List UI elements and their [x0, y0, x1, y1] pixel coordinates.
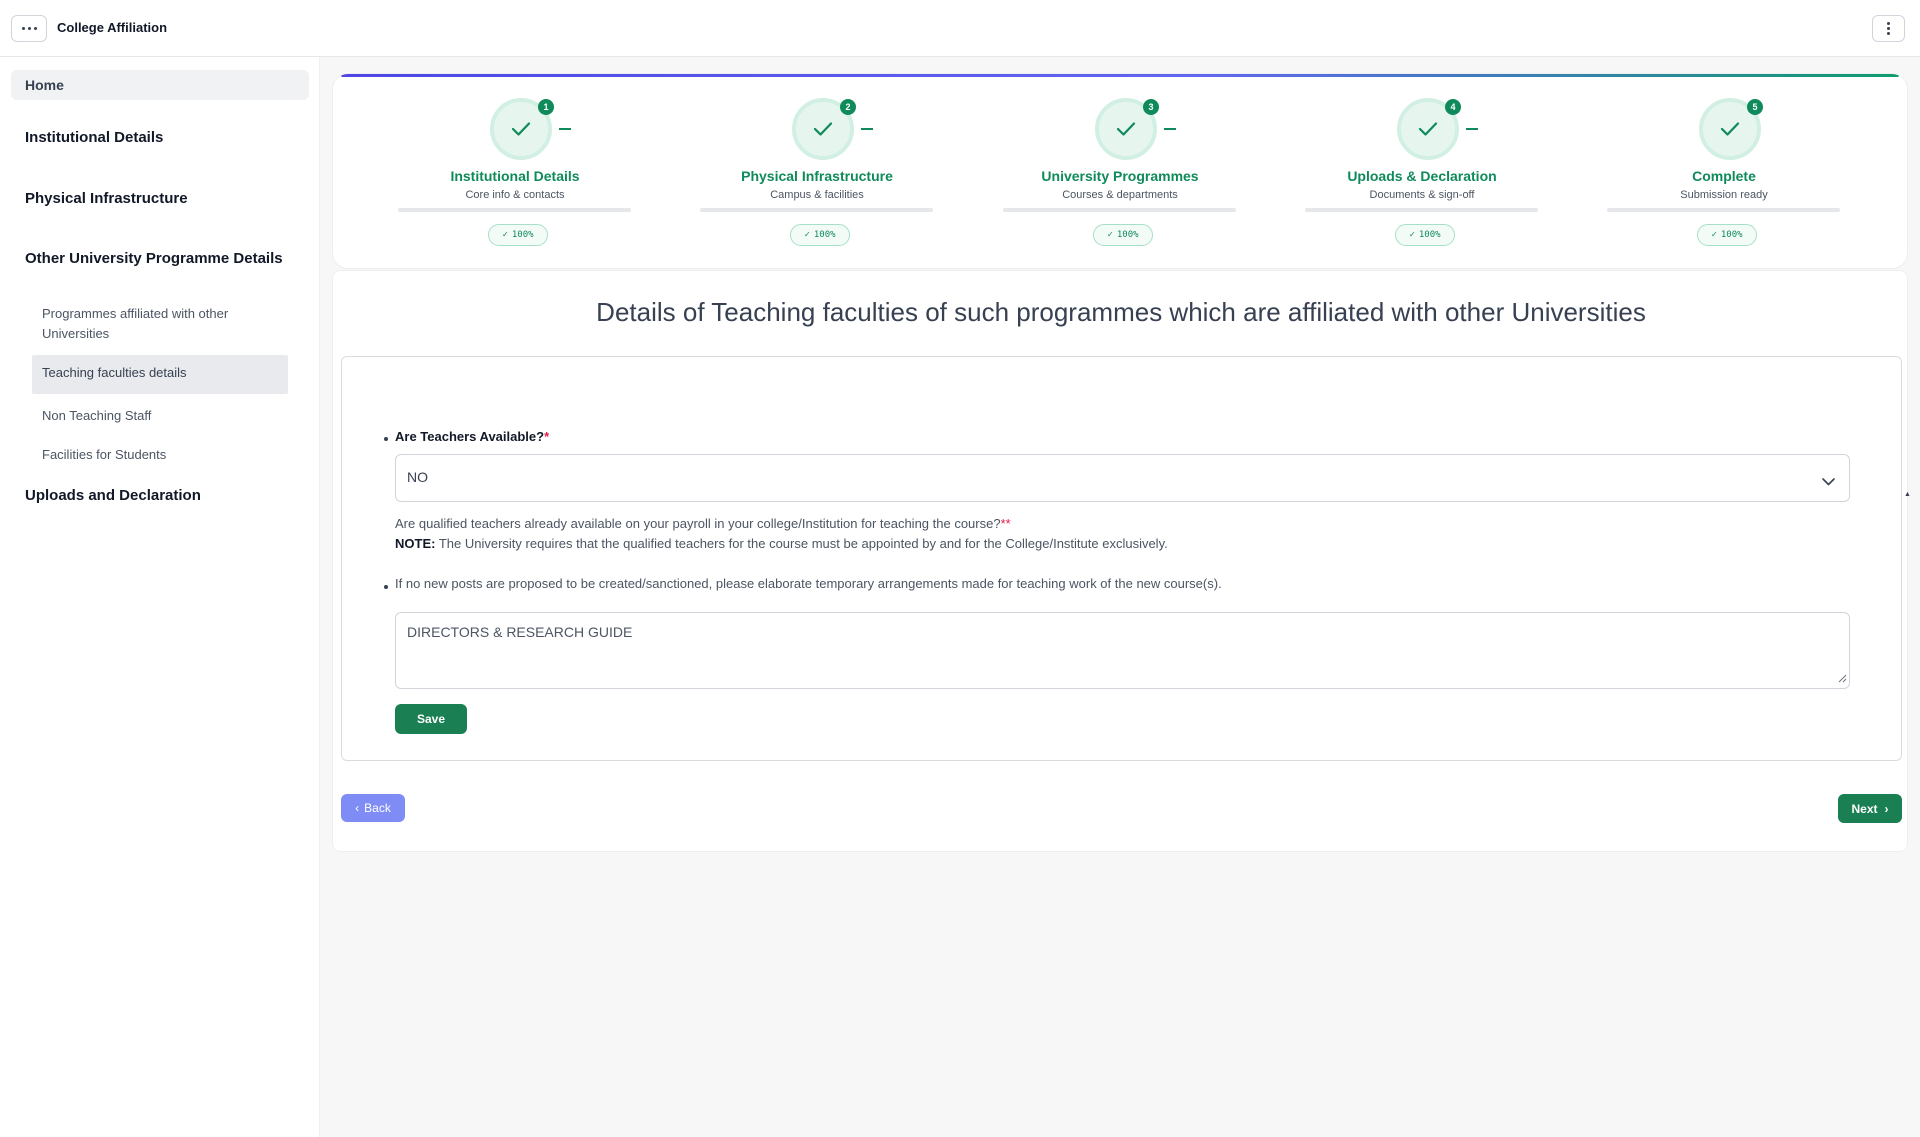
- save-button[interactable]: Save: [395, 704, 467, 734]
- sidebar-item-facilities-for-students[interactable]: Facilities for Students: [42, 445, 166, 465]
- step-subtitle: Courses & departments: [1062, 189, 1178, 201]
- step-number-badge: 3: [1143, 99, 1159, 115]
- chevron-right-icon: ›: [1884, 801, 1889, 816]
- chevron-left-icon: ‹: [355, 801, 360, 815]
- step-title: Physical Infrastructure: [741, 168, 893, 184]
- next-button[interactable]: Next ›: [1838, 794, 1902, 823]
- step-percent-badge: ✓ 100%: [1395, 224, 1455, 246]
- next-label: Next: [1851, 801, 1878, 816]
- resize-handle-icon[interactable]: [1838, 670, 1847, 686]
- step-subtitle: Core info & contacts: [465, 189, 565, 201]
- step-progress-line: [700, 208, 933, 212]
- note-label: NOTE:: [395, 536, 436, 551]
- sidebar-item-non-teaching-staff[interactable]: Non Teaching Staff: [42, 406, 151, 426]
- step-title: University Programmes: [1041, 168, 1199, 184]
- step-number-badge: 4: [1445, 99, 1461, 115]
- note-text: NOTE: The University requires that the q…: [395, 536, 1168, 551]
- check-icon: ✓: [1409, 230, 1415, 240]
- step-institutional-details[interactable]: 1 Institutional Details Core info & cont…: [395, 98, 635, 258]
- chevron-down-icon: [1822, 473, 1835, 489]
- sidebar-item-home[interactable]: Home: [11, 70, 309, 100]
- required-mark: **: [1000, 516, 1011, 531]
- check-icon: ✓: [1107, 230, 1113, 240]
- required-mark: *: [544, 429, 550, 444]
- check-icon: ✓: [1711, 230, 1717, 240]
- step-connector: [1466, 128, 1478, 130]
- step-connector: [861, 128, 873, 130]
- main-card: Details of Teaching faculties of such pr…: [332, 270, 1911, 852]
- sidebar-item-other-university-programme-details[interactable]: Other University Programme Details: [25, 250, 283, 267]
- step-subtitle: Campus & facilities: [770, 189, 864, 201]
- arrangements-textarea[interactable]: DIRECTORS & RESEARCH GUIDE: [395, 612, 1850, 689]
- step-title: Complete: [1692, 168, 1756, 184]
- help-text: Are qualified teachers already available…: [395, 516, 1011, 531]
- step-progress-line: [1003, 208, 1236, 212]
- step-subtitle: Documents & sign-off: [1369, 189, 1475, 201]
- ellipsis-icon[interactable]: [11, 15, 47, 42]
- step-number-badge: 5: [1747, 99, 1763, 115]
- step-percent-badge: ✓ 100%: [1093, 224, 1153, 246]
- step-subtitle: Submission ready: [1680, 189, 1768, 201]
- teachers-available-label: Are Teachers Available?*: [395, 429, 550, 444]
- step-percent-badge: ✓ 100%: [790, 224, 850, 246]
- step-connector: [559, 128, 571, 130]
- step-percent-badge: ✓ 100%: [488, 224, 548, 246]
- arrangements-label: If no new posts are proposed to be creat…: [395, 576, 1222, 591]
- step-progress-line: [1305, 208, 1538, 212]
- step-physical-infrastructure[interactable]: 2 Physical Infrastructure Campus & facil…: [697, 98, 937, 258]
- sidebar-item-institutional-details[interactable]: Institutional Details: [25, 129, 163, 146]
- step-connector: [1164, 128, 1176, 130]
- check-icon: ✓: [502, 230, 508, 240]
- sidebar-item-uploads-and-declaration[interactable]: Uploads and Declaration: [25, 487, 201, 504]
- progress-stepper: 1 Institutional Details Core info & cont…: [332, 73, 1908, 269]
- select-value: NO: [407, 469, 428, 485]
- step-uploads-declaration[interactable]: 4 Uploads & Declaration Documents & sign…: [1302, 98, 1542, 258]
- check-icon: ✓: [804, 230, 810, 240]
- sidebar: Home Institutional Details Physical Infr…: [0, 57, 320, 1137]
- bullet: [384, 585, 388, 589]
- textarea-value: DIRECTORS & RESEARCH GUIDE: [407, 624, 633, 640]
- step-percent: 100%: [1418, 230, 1441, 240]
- vertical-dots-icon[interactable]: [1872, 15, 1905, 42]
- teachers-available-select[interactable]: NO: [395, 454, 1850, 502]
- step-progress-line: [398, 208, 631, 212]
- sidebar-item-physical-infrastructure[interactable]: Physical Infrastructure: [25, 190, 188, 207]
- step-percent: 100%: [1116, 230, 1139, 240]
- step-percent: 100%: [511, 230, 534, 240]
- back-button[interactable]: ‹ Back: [341, 794, 405, 822]
- step-percent: 100%: [813, 230, 836, 240]
- step-percent: 100%: [1720, 230, 1743, 240]
- step-university-programmes[interactable]: 3 University Programmes Courses & depart…: [1000, 98, 1240, 258]
- app-title: College Affiliation: [57, 20, 168, 35]
- step-title: Uploads & Declaration: [1347, 168, 1497, 184]
- step-number-badge: 2: [840, 99, 856, 115]
- teaching-faculties-form: Are Teachers Available?* NO Are qualifie…: [341, 356, 1911, 761]
- step-title: Institutional Details: [450, 168, 580, 184]
- stepper-gradient-bar: [341, 74, 1899, 77]
- top-bar: College Affiliation: [0, 0, 1920, 57]
- back-label: Back: [364, 801, 391, 815]
- bullet: [384, 437, 388, 441]
- scroll-up-arrow-icon[interactable]: ▲: [1904, 491, 1911, 498]
- page-title: Details of Teaching faculties of such pr…: [596, 297, 1646, 327]
- sidebar-item-programmes-affiliated[interactable]: Programmes affiliated with other Univers…: [42, 304, 272, 344]
- step-complete[interactable]: 5 Complete Submission ready ✓ 100%: [1604, 98, 1844, 258]
- step-percent-badge: ✓ 100%: [1697, 224, 1757, 246]
- sidebar-item-teaching-faculties[interactable]: Teaching faculties details: [32, 355, 288, 394]
- step-progress-line: [1607, 208, 1840, 212]
- step-number-badge: 1: [538, 99, 554, 115]
